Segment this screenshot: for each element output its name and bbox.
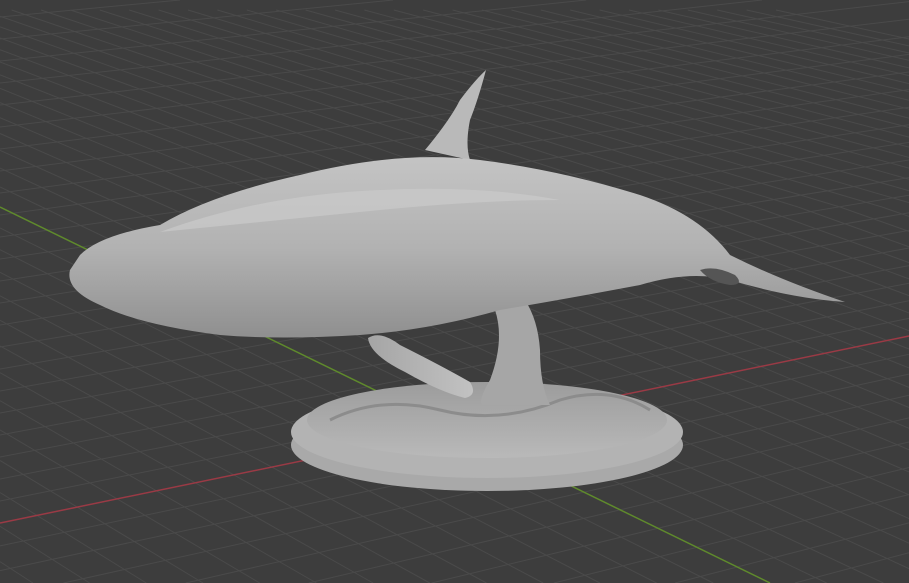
grid-line	[0, 0, 394, 40]
grid-line	[746, 9, 909, 47]
grid-line	[839, 206, 909, 232]
grid-line	[0, 372, 374, 583]
grid-line	[0, 133, 169, 208]
whale-body	[69, 157, 845, 338]
support-stem	[481, 300, 550, 405]
grid-line	[0, 0, 181, 18]
viewport-scene[interactable]	[0, 0, 909, 583]
3d-viewport[interactable]	[0, 0, 909, 583]
grid-line	[717, 9, 909, 54]
grid-line	[599, 9, 909, 85]
grid-line	[0, 102, 253, 208]
grid-line	[0, 0, 763, 84]
grid-line	[0, 429, 260, 583]
grid-line	[0, 167, 85, 208]
grid-line	[0, 460, 204, 583]
grid-line	[687, 9, 909, 61]
grid-line	[0, 492, 147, 583]
grid-line	[797, 206, 909, 248]
grid-line	[305, 9, 909, 180]
